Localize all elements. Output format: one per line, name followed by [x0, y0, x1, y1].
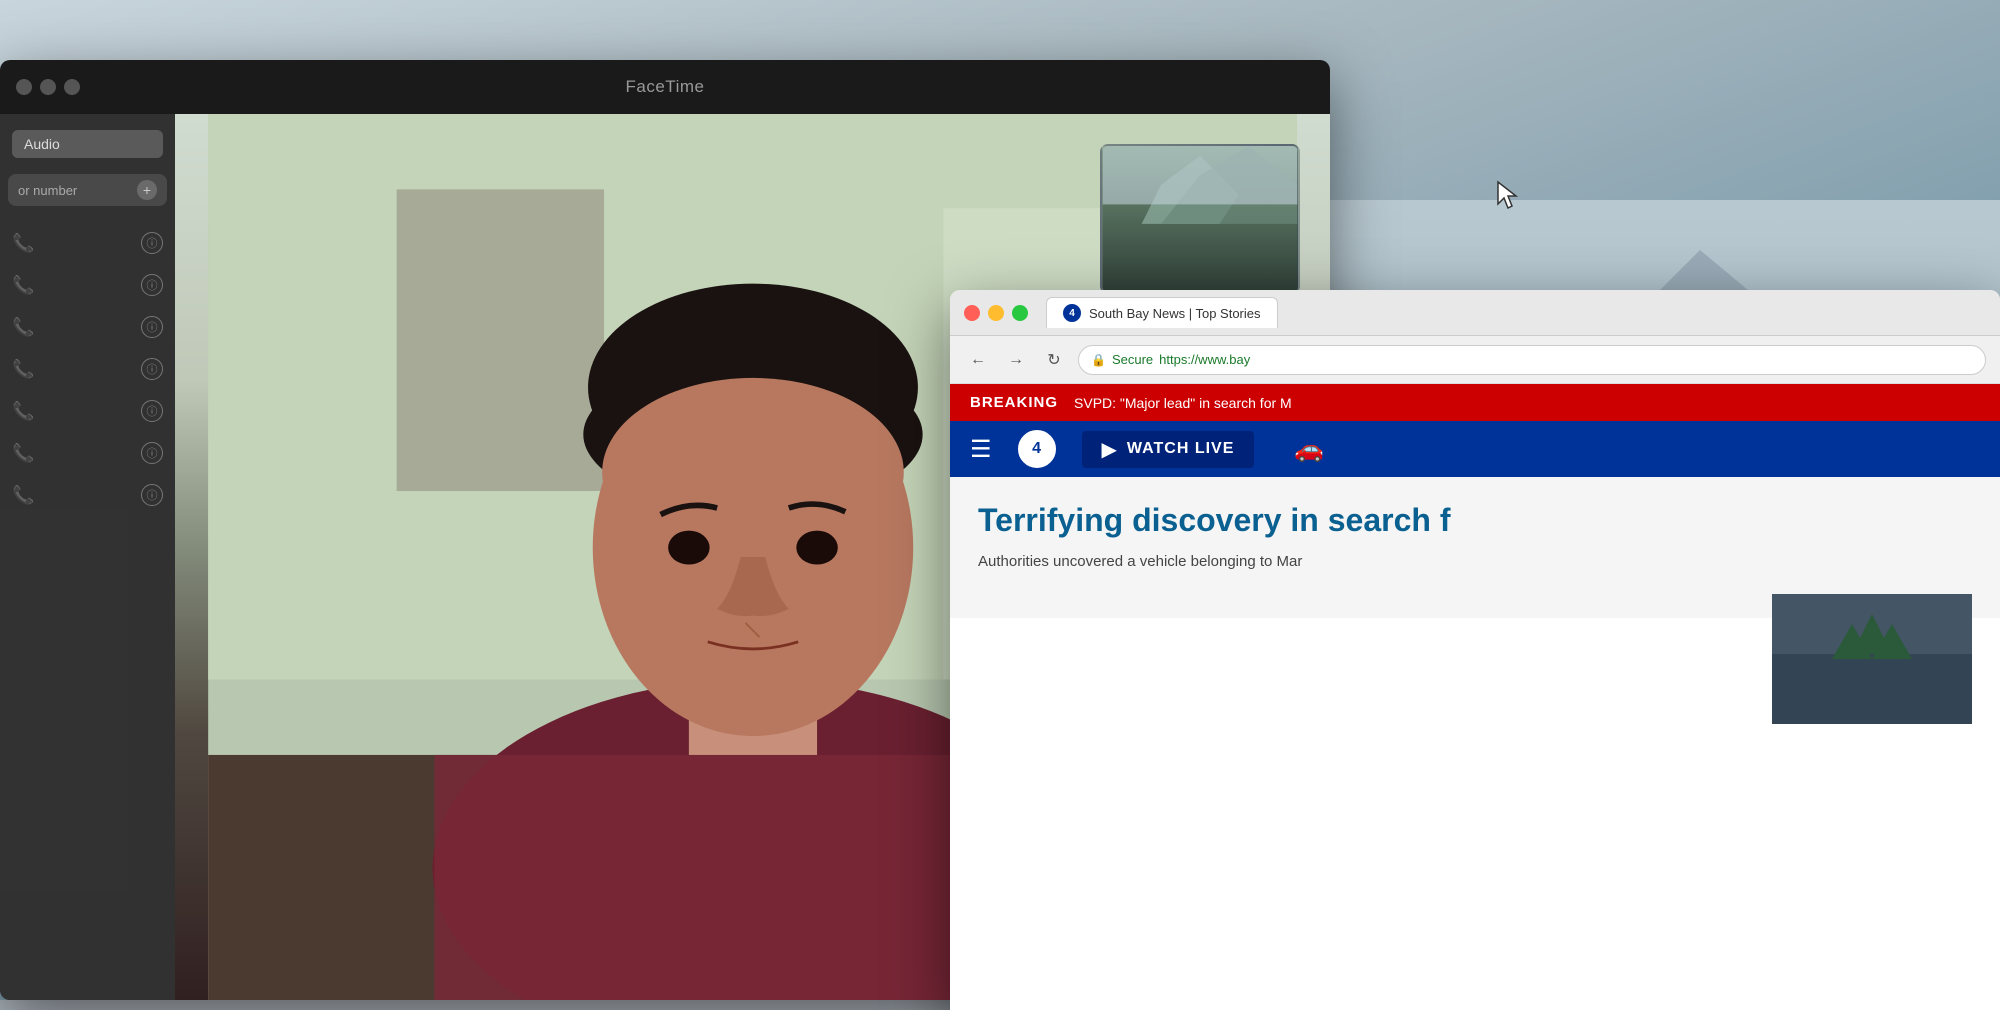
- info-icon[interactable]: ⓘ: [141, 358, 163, 380]
- contact-list: 📞 ⓘ 📞 ⓘ 📞 ⓘ 📞 ⓘ 📞 ⓘ: [0, 222, 175, 516]
- phone-icon: 📞: [12, 401, 34, 422]
- window-controls: [16, 79, 80, 95]
- thumbnail-visual: [1772, 594, 1972, 724]
- maximize-button[interactable]: [64, 79, 80, 95]
- info-icon[interactable]: ⓘ: [141, 316, 163, 338]
- tab-title: South Bay News | Top Stories: [1089, 306, 1261, 321]
- phone-icon: 📞: [12, 317, 34, 338]
- search-bar[interactable]: or number +: [8, 174, 167, 206]
- contact-item[interactable]: 📞 ⓘ: [8, 264, 167, 306]
- facetime-sidebar: Audio or number + 📞 ⓘ 📞 ⓘ 📞 ⓘ: [0, 114, 175, 1000]
- news-navigation: ☰ 4 ▶ WATCH LIVE 🚗: [950, 421, 2000, 477]
- browser-titlebar: 4 South Bay News | Top Stories: [950, 290, 2000, 336]
- secure-label: Secure: [1112, 352, 1153, 367]
- phone-icon: 📞: [12, 485, 34, 506]
- search-placeholder: or number: [18, 183, 77, 198]
- minimize-button[interactable]: [40, 79, 56, 95]
- browser-window: 4 South Bay News | Top Stories ← → ↻ 🔒 S…: [950, 290, 2000, 1010]
- contact-item[interactable]: 📞 ⓘ: [8, 222, 167, 264]
- url-text: https://www.bay: [1159, 352, 1250, 367]
- browser-minimize-button[interactable]: [988, 305, 1004, 321]
- browser-close-button[interactable]: [964, 305, 980, 321]
- browser-maximize-button[interactable]: [1012, 305, 1028, 321]
- lock-icon: 🔒: [1091, 353, 1106, 367]
- contact-item[interactable]: 📞 ⓘ: [8, 390, 167, 432]
- audio-tab[interactable]: Audio: [12, 130, 163, 158]
- info-icon[interactable]: ⓘ: [141, 232, 163, 254]
- breaking-label: BREAKING: [970, 394, 1058, 411]
- phone-icon: 📞: [12, 233, 34, 254]
- watch-live-button[interactable]: ▶ WATCH LIVE: [1082, 431, 1255, 468]
- back-button[interactable]: ←: [964, 346, 992, 374]
- contact-item[interactable]: 📞 ⓘ: [8, 432, 167, 474]
- phone-icon: 📞: [12, 359, 34, 380]
- browser-toolbar: ← → ↻ 🔒 Secure https://www.bay: [950, 336, 2000, 384]
- breaking-news-text: SVPD: "Major lead" in search for M: [1074, 395, 1292, 411]
- breaking-news-bar: BREAKING SVPD: "Major lead" in search fo…: [950, 384, 2000, 421]
- info-icon[interactable]: ⓘ: [141, 484, 163, 506]
- phone-icon: 📞: [12, 443, 34, 464]
- info-icon[interactable]: ⓘ: [141, 400, 163, 422]
- news-thumbnail-image: [1772, 594, 1972, 724]
- news-headline: Terrifying discovery in search f: [978, 501, 1972, 539]
- window-title: FaceTime: [626, 77, 705, 97]
- site-favicon: 4: [1063, 304, 1081, 322]
- info-icon[interactable]: ⓘ: [141, 442, 163, 464]
- self-view-video: [1102, 146, 1298, 292]
- phone-icon: 📞: [12, 275, 34, 296]
- traffic-icon[interactable]: 🚗: [1294, 435, 1324, 464]
- news-content-area: Terrifying discovery in search f Authori…: [950, 477, 2000, 618]
- channel-logo: 4: [1016, 428, 1058, 470]
- add-contact-button[interactable]: +: [137, 180, 157, 200]
- browser-tab-active[interactable]: 4 South Bay News | Top Stories: [1046, 297, 1278, 328]
- contact-item[interactable]: 📞 ⓘ: [8, 306, 167, 348]
- close-button[interactable]: [16, 79, 32, 95]
- contact-item[interactable]: 📞 ⓘ: [8, 474, 167, 516]
- news-subtext: Authorities uncovered a vehicle belongin…: [978, 551, 1972, 574]
- info-icon[interactable]: ⓘ: [141, 274, 163, 296]
- play-icon: ▶: [1102, 437, 1117, 462]
- hamburger-menu-icon[interactable]: ☰: [970, 435, 992, 464]
- facetime-titlebar: FaceTime: [0, 60, 1330, 114]
- refresh-button[interactable]: ↻: [1040, 346, 1068, 374]
- watch-live-label: WATCH LIVE: [1127, 440, 1234, 458]
- forward-button[interactable]: →: [1002, 346, 1030, 374]
- contact-item[interactable]: 📞 ⓘ: [8, 348, 167, 390]
- self-view-preview: [1100, 144, 1300, 294]
- address-bar[interactable]: 🔒 Secure https://www.bay: [1078, 345, 1986, 375]
